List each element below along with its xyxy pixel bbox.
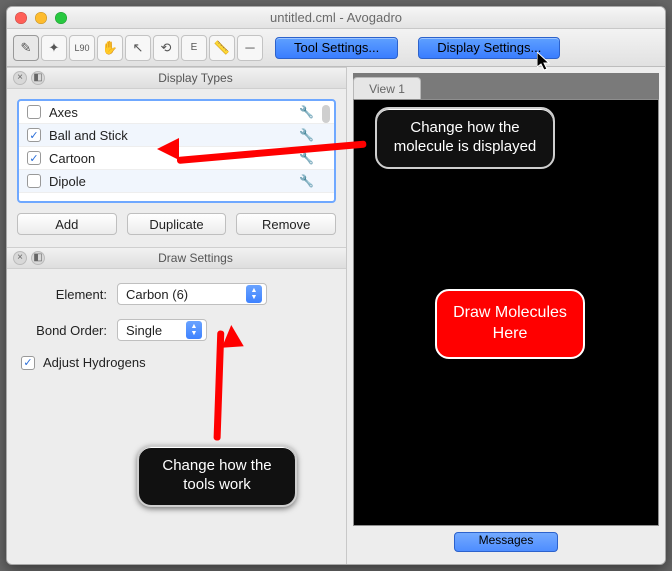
panel-detach-icon[interactable]: ◧ [31,71,45,85]
chevron-updown-icon: ▲▼ [186,321,202,339]
draw-settings-panel: Element: Carbon (6) ▲▼ Bond Order: Singl… [7,269,346,370]
app-window: untitled.cml - Avogadro ✎ ✦ L90 ✋ ↖ ⟲ E … [6,6,666,565]
bond-order-select[interactable]: Single ▲▼ [117,319,207,341]
checkbox[interactable] [27,174,41,188]
display-type-label: Cartoon [49,151,95,166]
annotation-arrowhead [157,138,179,160]
select-tool-icon[interactable]: ↖ [125,35,151,61]
display-type-label: Dipole [49,174,86,189]
annotation-canvas: Draw Molecules Here [435,289,585,359]
view-tab[interactable]: View 1 [353,77,421,99]
settings-wrench-icon[interactable]: 🔧 [299,174,314,188]
measure-tool-icon[interactable]: 📏 [209,35,235,61]
window-title: untitled.cml - Avogadro [7,10,665,25]
navigate-tool-icon[interactable]: ✦ [41,35,67,61]
bond-order-select-value: Single [126,323,162,338]
display-type-label: Axes [49,105,78,120]
display-type-row[interactable]: Axes 🔧 [19,101,334,124]
draw-tool-icon[interactable]: ✎ [13,35,39,61]
draw-settings-header: × ◧ Draw Settings [7,247,346,269]
cursor-pointer-icon [537,52,553,72]
checkbox[interactable] [27,128,41,142]
tool-settings-button[interactable]: Tool Settings... [275,37,398,59]
checkbox[interactable] [27,105,41,119]
annotation-tools: Change how the tools work [137,445,297,507]
element-select[interactable]: Carbon (6) ▲▼ [117,283,267,305]
optimize-tool-icon[interactable]: E [181,35,207,61]
remove-button[interactable]: Remove [236,213,336,235]
duplicate-button[interactable]: Duplicate [127,213,227,235]
adjust-hydrogens-checkbox[interactable] [21,356,35,370]
titlebar: untitled.cml - Avogadro [7,7,665,29]
checkbox[interactable] [27,151,41,165]
display-types-header: × ◧ Display Types [7,67,346,89]
panel-close-icon[interactable]: × [13,251,27,265]
messages-button[interactable]: Messages [454,532,559,552]
panel-detach-icon[interactable]: ◧ [31,251,45,265]
manipulate-tool-icon[interactable]: ✋ [97,35,123,61]
annotation-arrowhead [220,324,243,347]
element-label: Element: [21,287,107,302]
settings-wrench-icon[interactable]: 🔧 [299,105,314,119]
view-tabstrip: View 1 [353,73,659,99]
bond-order-label: Bond Order: [21,323,107,338]
panel-close-icon[interactable]: × [13,71,27,85]
add-button[interactable]: Add [17,213,117,235]
settings-wrench-icon[interactable]: 🔧 [299,128,314,142]
bond-angle-tool-icon[interactable]: L90 [69,35,95,61]
display-type-row[interactable]: Dipole 🔧 [19,170,334,193]
autorotate-tool-icon[interactable]: ⟲ [153,35,179,61]
element-select-value: Carbon (6) [126,287,188,302]
annotation-display: Change how the molecule is displayed [375,107,555,169]
adjust-hydrogens-label: Adjust Hydrogens [43,355,146,370]
chevron-updown-icon: ▲▼ [246,285,262,303]
align-tool-icon[interactable]: ─ [237,35,263,61]
toolbar: ✎ ✦ L90 ✋ ↖ ⟲ E 📏 ─ Tool Settings... Dis… [7,29,665,67]
display-type-label: Ball and Stick [49,128,128,143]
